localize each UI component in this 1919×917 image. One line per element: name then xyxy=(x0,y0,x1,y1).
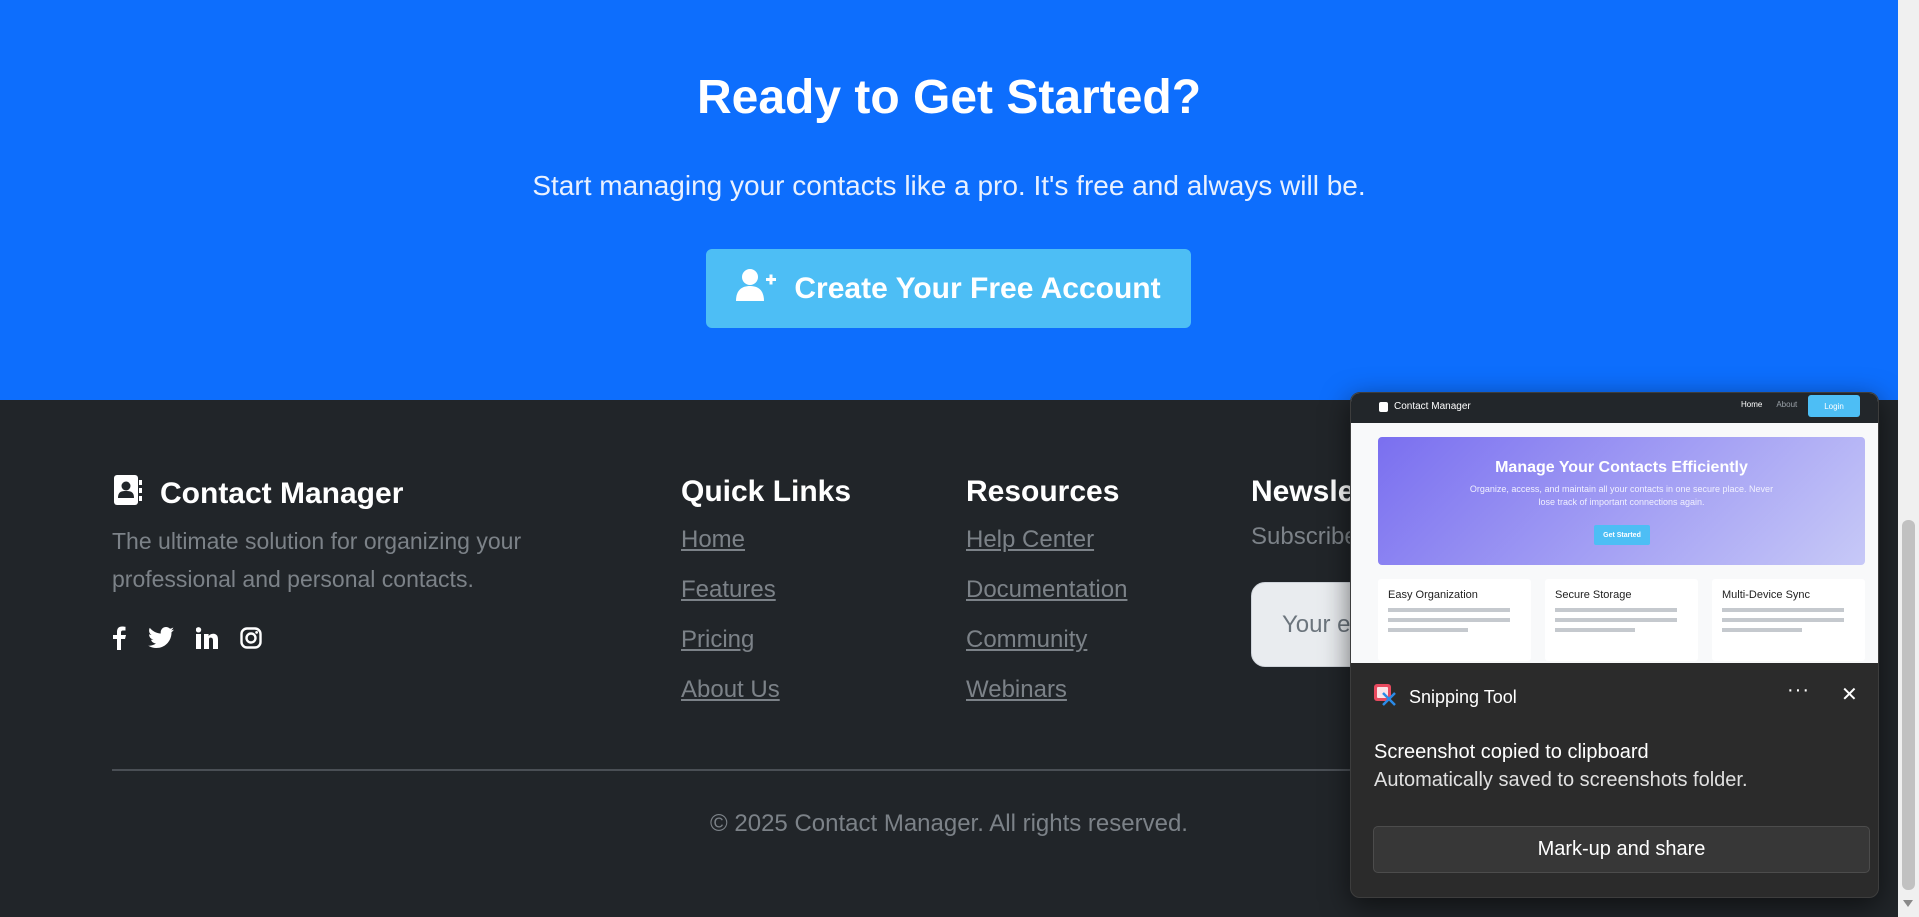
footer-brand-name: Contact Manager xyxy=(160,477,404,510)
toast-header: Snipping Tool xyxy=(1373,683,1517,712)
thumbnail-hero-text: Organize, access, and maintain all your … xyxy=(1469,484,1774,507)
thumbnail-nav-about: About xyxy=(1776,400,1798,409)
footer-brand: Contact Manager xyxy=(112,475,403,513)
instagram-icon[interactable] xyxy=(240,627,262,649)
cta-section: Ready to Get Started? Start managing you… xyxy=(0,0,1898,400)
close-icon[interactable]: ✕ xyxy=(1841,682,1858,707)
address-book-icon xyxy=(1379,401,1388,412)
quick-links-column: Quick Links Home Features Pricing About … xyxy=(681,475,851,723)
footer-link-about[interactable]: About Us xyxy=(681,676,780,703)
cta-title: Ready to Get Started? xyxy=(696,71,1202,124)
more-options-icon[interactable]: ··· xyxy=(1787,679,1810,702)
thumbnail-hero-title: Manage Your Contacts Efficiently xyxy=(1495,459,1748,476)
footer-link-home[interactable]: Home xyxy=(681,526,745,553)
quick-links-title: Quick Links xyxy=(681,475,852,508)
resources-title: Resources xyxy=(966,475,1120,508)
footer-link-pricing[interactable]: Pricing xyxy=(681,626,754,653)
page: Ready to Get Started? Start managing you… xyxy=(0,0,1898,917)
footer-link-documentation[interactable]: Documentation xyxy=(966,576,1127,603)
twitter-icon[interactable] xyxy=(148,627,174,649)
thumbnail-navbar: Contact Manager Home About Login xyxy=(1351,393,1878,423)
facebook-icon[interactable] xyxy=(112,626,126,650)
thumbnail-card-title: Multi-Device Sync xyxy=(1722,589,1811,601)
thumbnail-card: Easy Organization xyxy=(1378,579,1531,661)
thumbnail-card: Multi-Device Sync xyxy=(1712,579,1865,661)
thumbnail-nav-home: Home xyxy=(1741,400,1763,409)
address-book-icon xyxy=(112,475,142,513)
thumbnail-card: Secure Storage xyxy=(1545,579,1698,661)
newsletter-title: Newsle xyxy=(1251,475,1355,508)
thumbnail-hero: Manage Your Contacts Efficiently Organiz… xyxy=(1378,437,1865,565)
thumbnail-brand-name: Contact Manager xyxy=(1394,401,1471,412)
toast-detail: Automatically saved to screenshots folde… xyxy=(1374,769,1748,791)
markup-and-share-button[interactable]: Mark-up and share xyxy=(1373,826,1870,873)
thumbnail-brand: Contact Manager xyxy=(1379,401,1471,412)
scrollbar-thumb[interactable] xyxy=(1902,520,1915,890)
cta-subtitle: Start managing your contacts like a pro.… xyxy=(532,170,1366,201)
create-account-label: Create Your Free Account xyxy=(794,271,1161,305)
thumbnail-card-title: Secure Storage xyxy=(1555,589,1632,601)
scroll-down-arrow-icon[interactable] xyxy=(1903,900,1913,907)
resources-column: Resources Help Center Documentation Comm… xyxy=(966,475,1127,723)
toast-app-name: Snipping Tool xyxy=(1409,687,1517,707)
social-links xyxy=(112,626,262,650)
toast-message: Screenshot copied to clipboard xyxy=(1374,741,1649,763)
snipping-tool-notification[interactable]: Contact Manager Home About Login Manage … xyxy=(1350,392,1879,898)
newsletter-column: Newsle Subscribe Your e xyxy=(1251,475,1651,667)
footer-link-community[interactable]: Community xyxy=(966,626,1087,653)
footer-link-features[interactable]: Features xyxy=(681,576,776,603)
snipping-tool-icon xyxy=(1373,683,1397,712)
thumbnail-hero-button: Get Started xyxy=(1594,525,1650,545)
newsletter-subtitle: Subscribe xyxy=(1251,523,1358,550)
create-account-button[interactable]: Create Your Free Account xyxy=(706,249,1191,328)
page-scrollbar[interactable] xyxy=(1898,0,1919,917)
thumbnail-nav-links: Home About xyxy=(1741,400,1797,409)
thumbnail-card-title: Easy Organization xyxy=(1388,589,1478,601)
footer-link-webinars[interactable]: Webinars xyxy=(966,676,1067,703)
thumbnail-login-button: Login xyxy=(1808,395,1860,417)
user-plus-icon xyxy=(736,268,777,310)
footer-tagline: The ultimate solution for organizing you… xyxy=(112,528,522,592)
screenshot-thumbnail[interactable]: Contact Manager Home About Login Manage … xyxy=(1351,393,1878,663)
footer-link-help-center[interactable]: Help Center xyxy=(966,526,1094,553)
linkedin-icon[interactable] xyxy=(196,627,218,649)
